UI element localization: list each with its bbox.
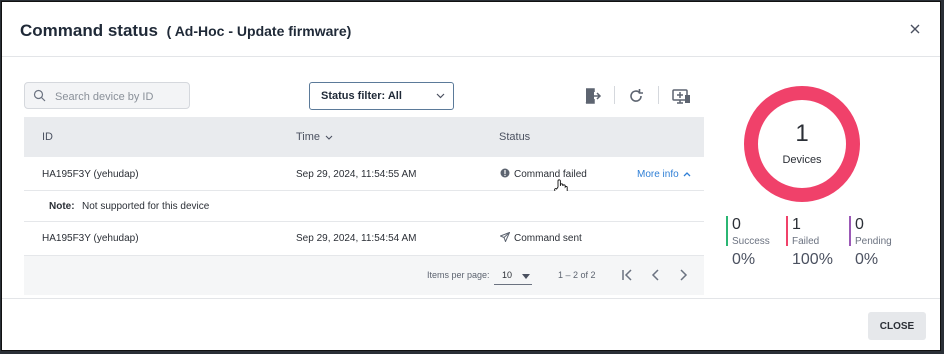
stat-percent: 0% [732, 251, 756, 268]
toolbar-divider [658, 86, 659, 104]
export-icon[interactable] [582, 86, 602, 106]
table-header: ID Time Status [24, 117, 704, 157]
stat-label: Success [732, 236, 770, 247]
previous-page-icon[interactable] [650, 269, 662, 281]
dialog-header: Command status ( Ad-Hoc - Update firmwar… [2, 2, 940, 57]
search-box[interactable] [24, 82, 190, 109]
send-icon [500, 232, 510, 242]
stat-bar [786, 216, 788, 246]
items-per-page-value: 10 [502, 270, 513, 280]
dialog-footer: CLOSE [2, 298, 940, 351]
stat-label: Pending [855, 236, 892, 247]
first-page-icon[interactable] [621, 269, 633, 281]
column-header-time-label: Time [296, 131, 321, 143]
total-devices-label: Devices [782, 154, 822, 166]
dialog-subtitle: ( Ad-Hoc - Update firmware) [166, 23, 352, 39]
total-devices-count: 1 [795, 120, 809, 147]
stat-label: Failed [792, 236, 820, 247]
search-icon [33, 89, 46, 102]
page-range: 1 – 2 of 2 [558, 270, 596, 280]
chevron-down-icon [436, 93, 445, 99]
close-icon[interactable] [908, 22, 922, 36]
column-header-status: Status [499, 131, 531, 143]
more-info-label: More info [637, 169, 679, 180]
stat-bar [726, 216, 728, 246]
refresh-icon[interactable] [626, 86, 646, 106]
chevron-up-icon [684, 171, 691, 177]
status-filter-label: Status filter: All [321, 90, 402, 102]
stat-count: 0 [732, 216, 741, 233]
note-row: Note: Not supported for this device [24, 191, 704, 222]
dialog-title-text: Command status [20, 21, 158, 40]
close-button[interactable]: CLOSE [868, 312, 926, 340]
items-per-page-label: Items per page: [427, 270, 490, 280]
alert-circle-icon [500, 168, 510, 178]
note-label: Note: [49, 201, 75, 212]
status-filter-select[interactable]: Status filter: All [309, 82, 454, 110]
search-input[interactable] [53, 86, 187, 107]
time-cell: Sep 29, 2024, 11:54:54 AM [296, 233, 417, 244]
items-per-page-select[interactable]: 10 [494, 266, 532, 285]
caret-down-icon [522, 274, 530, 279]
stat-percent: 0% [855, 251, 879, 268]
stat-count: 1 [792, 216, 801, 233]
time-cell: Sep 29, 2024, 11:54:55 AM [296, 169, 417, 180]
device-id-cell: HA195F3Y (yehudap) [42, 169, 139, 180]
note-text: Not supported for this device [82, 201, 210, 212]
chevron-down-icon [325, 135, 333, 140]
paginator: Items per page: 10 1 – 2 of 2 [24, 255, 704, 295]
table-row: HA195F3Y (yehudap) Sep 29, 2024, 11:54:5… [24, 222, 704, 256]
column-header-time[interactable]: Time [296, 131, 333, 143]
column-header-id: ID [42, 131, 53, 143]
device-add-icon[interactable] [671, 86, 691, 106]
stat-bar [849, 216, 851, 246]
command-status-dialog: Command status ( Ad-Hoc - Update firmwar… [1, 1, 941, 351]
toolbar-divider [614, 86, 615, 104]
next-page-icon[interactable] [677, 269, 689, 281]
stat-count: 0 [855, 216, 864, 233]
dialog-title: Command status ( Ad-Hoc - Update firmwar… [20, 21, 351, 41]
table-row: HA195F3Y (yehudap) Sep 29, 2024, 11:54:5… [24, 157, 704, 197]
command-status-table: ID Time Status HA195F3Y (yehudap) Sep 29… [24, 117, 704, 295]
status-cell: Command sent [514, 233, 582, 244]
more-info-link[interactable]: More info [637, 169, 691, 180]
status-cell: Command failed [514, 169, 587, 180]
stat-percent: 100% [792, 251, 833, 268]
device-id-cell: HA195F3Y (yehudap) [42, 233, 139, 244]
